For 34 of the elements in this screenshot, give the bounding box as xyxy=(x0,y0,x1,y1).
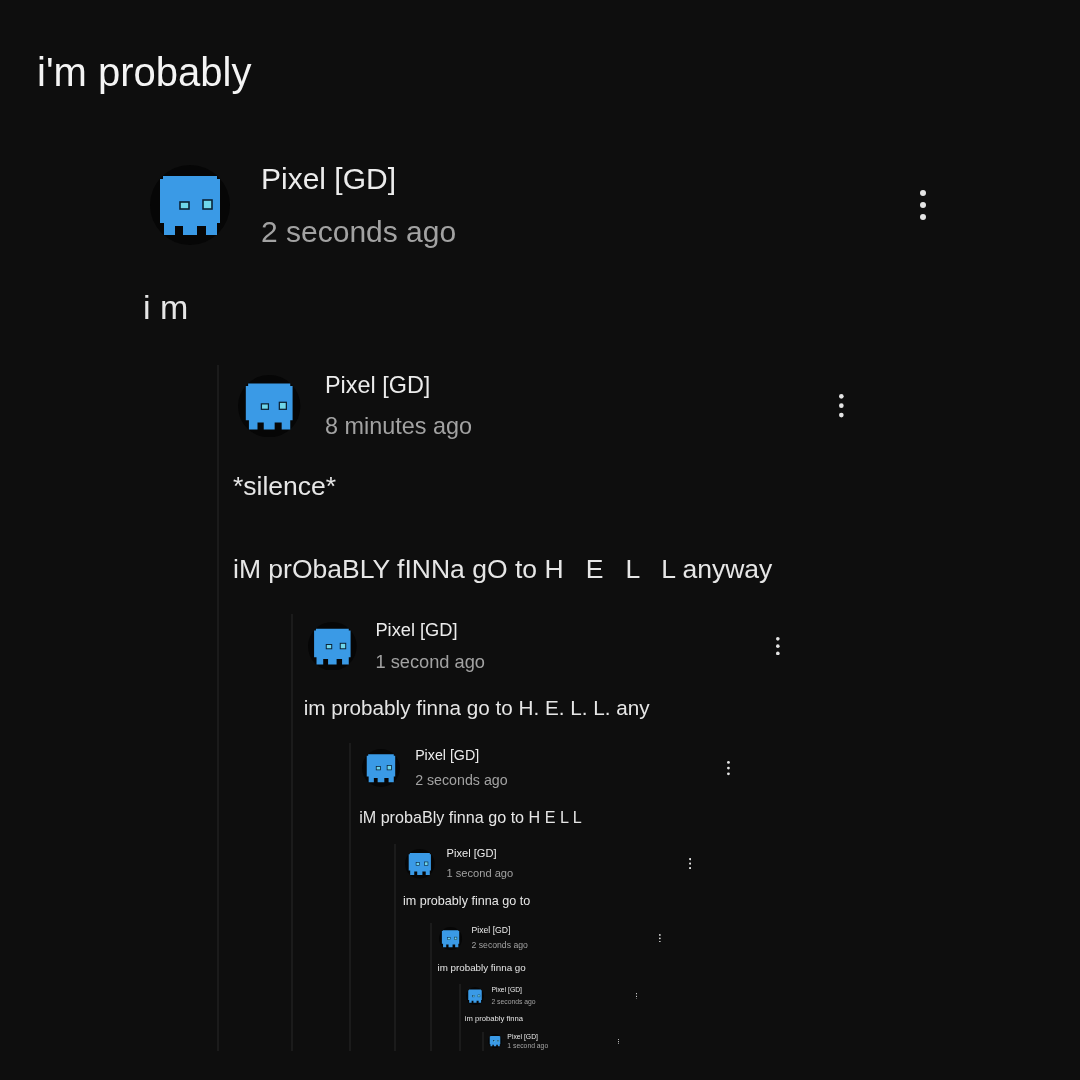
skull-avatar-icon xyxy=(150,165,230,245)
comment-text: iM prObaBLY fINNa gO to H E L L anyway xyxy=(233,553,774,587)
skull-avatar-icon xyxy=(238,374,301,438)
comment-time: 2 seconds ago xyxy=(415,771,508,791)
comment-text: iM probaBly finna go to H E L L xyxy=(359,806,583,828)
kebab-menu-icon[interactable] xyxy=(776,637,781,656)
author-name: Pixel [GD] xyxy=(446,846,498,862)
comment-time: 2 seconds ago xyxy=(261,214,457,250)
caption-text: i'm probably xyxy=(37,49,252,96)
skull-avatar-icon xyxy=(466,987,485,1006)
kebab-menu-icon[interactable] xyxy=(689,858,692,870)
comment-text: *silence* xyxy=(233,469,338,503)
kebab-menu-icon[interactable] xyxy=(635,992,638,1000)
author-name: Pixel [GD] xyxy=(415,746,481,766)
comment-time: 2 seconds ago xyxy=(471,939,528,953)
skull-avatar-icon xyxy=(487,1034,502,1049)
kebab-menu-icon[interactable] xyxy=(920,190,926,220)
kebab-menu-icon[interactable] xyxy=(727,761,731,776)
kebab-menu-icon[interactable] xyxy=(839,394,844,418)
comment-text: im probably finna go to H. E. L. L. any xyxy=(303,695,651,722)
author-name: Pixel [GD] xyxy=(471,923,512,937)
comment-text: im probably finna go xyxy=(437,960,527,975)
skull-avatar-icon xyxy=(439,926,463,950)
comment-text: i m xyxy=(143,287,190,328)
author-name: Pixel [GD] xyxy=(325,370,432,400)
skull-avatar-icon xyxy=(307,621,357,671)
skull-avatar-icon xyxy=(362,749,401,788)
comment-time: 1 second ago xyxy=(375,650,485,675)
comment-time: 8 minutes ago xyxy=(325,411,472,441)
comment-time: 1 second ago xyxy=(446,865,514,881)
skull-avatar-icon xyxy=(405,848,436,879)
author-name: Pixel [GD] xyxy=(261,161,398,197)
author-name: Pixel [GD] xyxy=(375,617,459,642)
comment-text: im probably finna go to xyxy=(402,893,532,910)
